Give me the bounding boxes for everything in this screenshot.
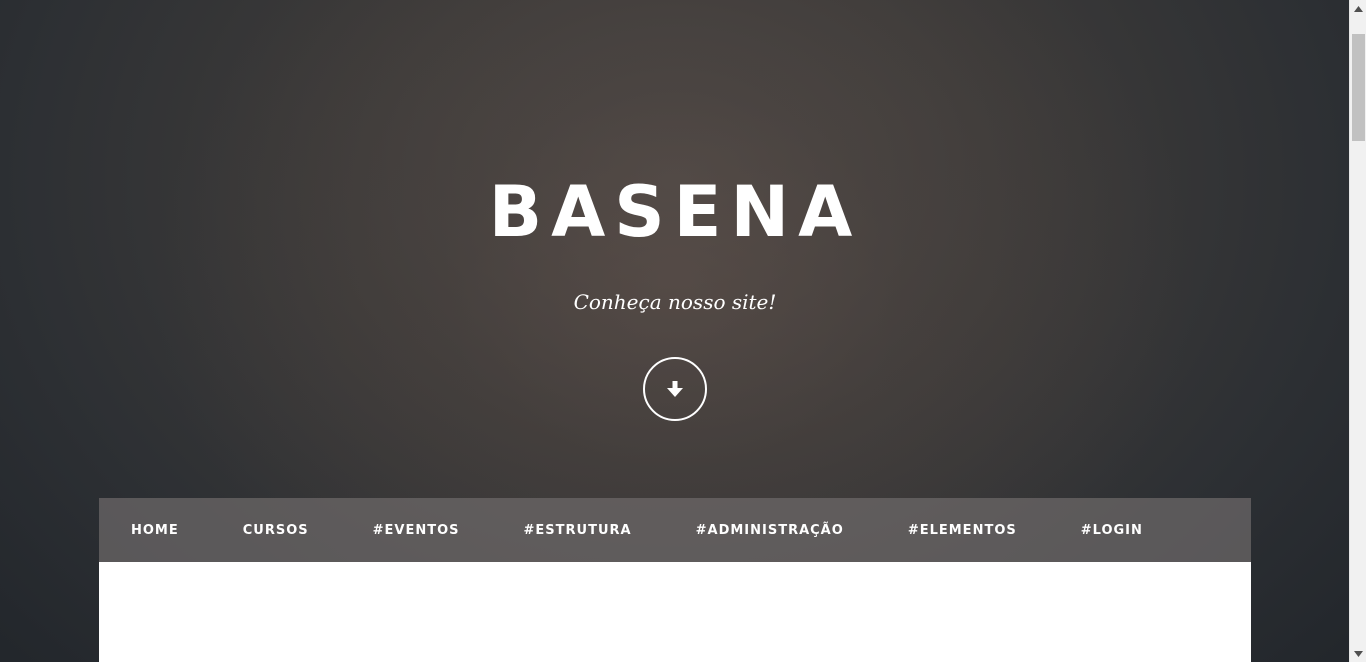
scroll-down-button[interactable]	[643, 357, 707, 421]
nav-item-eventos[interactable]: #EVENTOS	[341, 498, 492, 562]
nav-item-administracao[interactable]: #ADMINISTRAÇÃO	[664, 498, 876, 562]
arrow-down-icon	[665, 379, 685, 399]
hero-section: BASENA Conheça nosso site!	[0, 0, 1350, 498]
main-navbar: HOME CURSOS #EVENTOS #ESTRUTURA #ADMINIS…	[99, 498, 1251, 562]
nav-item-login[interactable]: #LOGIN	[1049, 498, 1175, 562]
site-title: BASENA	[488, 171, 862, 253]
page: BASENA Conheça nosso site! HOME CURSOS #…	[0, 0, 1366, 662]
content-panel	[99, 562, 1251, 662]
nav-item-elementos[interactable]: #ELEMENTOS	[876, 498, 1049, 562]
nav-item-home[interactable]: HOME	[99, 498, 211, 562]
nav-item-cursos[interactable]: CURSOS	[211, 498, 341, 562]
page-scrollbar[interactable]	[1349, 0, 1366, 662]
scroll-down-arrow-icon[interactable]	[1350, 645, 1366, 662]
nav-item-estrutura[interactable]: #ESTRUTURA	[492, 498, 664, 562]
scroll-up-arrow-icon[interactable]	[1350, 0, 1366, 17]
nav-list: HOME CURSOS #EVENTOS #ESTRUTURA #ADMINIS…	[99, 498, 1175, 562]
scrollbar-thumb[interactable]	[1352, 34, 1365, 141]
hero-tagline: Conheça nosso site!	[573, 290, 777, 314]
